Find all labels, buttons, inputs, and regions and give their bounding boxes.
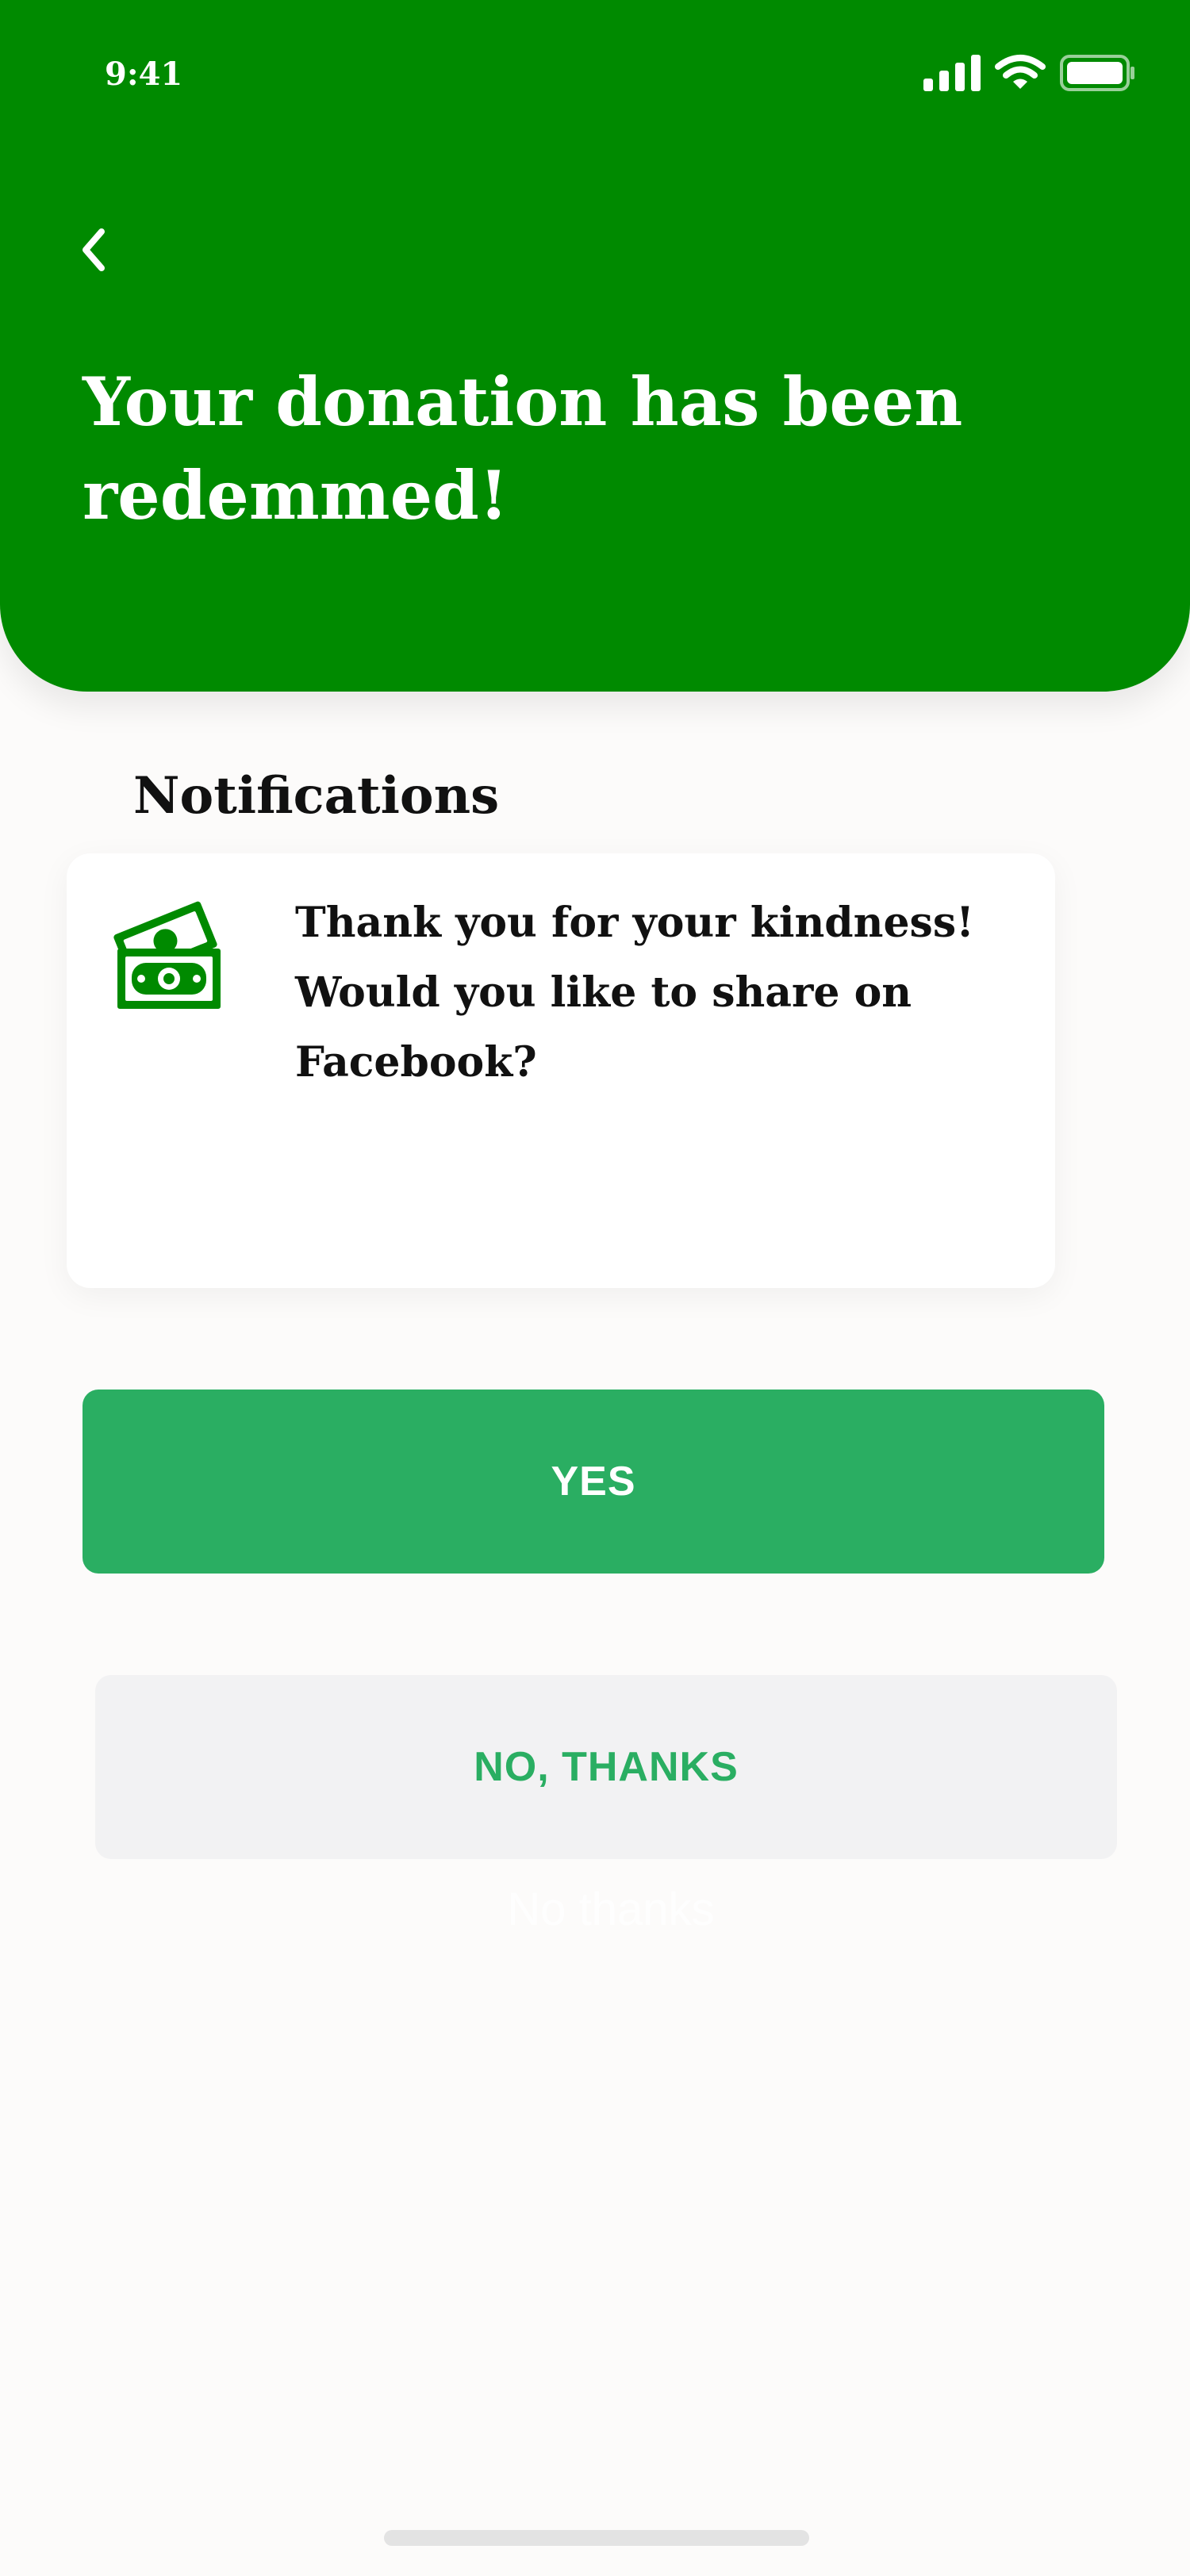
signal-icon — [923, 55, 981, 94]
wifi-icon — [995, 54, 1046, 95]
home-indicator — [384, 2530, 809, 2546]
back-button[interactable] — [71, 222, 119, 278]
notifications-heading: Notifications — [133, 766, 500, 826]
header: 9:41 Your donation has been redemmed! — [0, 0, 1190, 692]
yes-button[interactable]: YES — [83, 1390, 1104, 1574]
battery-icon — [1060, 55, 1136, 94]
money-icon — [105, 895, 224, 1014]
chevron-left-icon — [71, 228, 119, 281]
notification-card: Thank you for your kindness! Would you l… — [67, 853, 1055, 1288]
status-time: 9:41 — [105, 56, 183, 93]
ghost-no-thanks-text: No thanks — [507, 1884, 715, 1935]
page-title: Your donation has been redemmed! — [83, 362, 963, 535]
notification-message: Thank you for your kindness! Would you l… — [295, 899, 974, 1087]
no-thanks-button[interactable]: NO, THANKS — [95, 1675, 1117, 1859]
status-icons — [923, 54, 1136, 95]
